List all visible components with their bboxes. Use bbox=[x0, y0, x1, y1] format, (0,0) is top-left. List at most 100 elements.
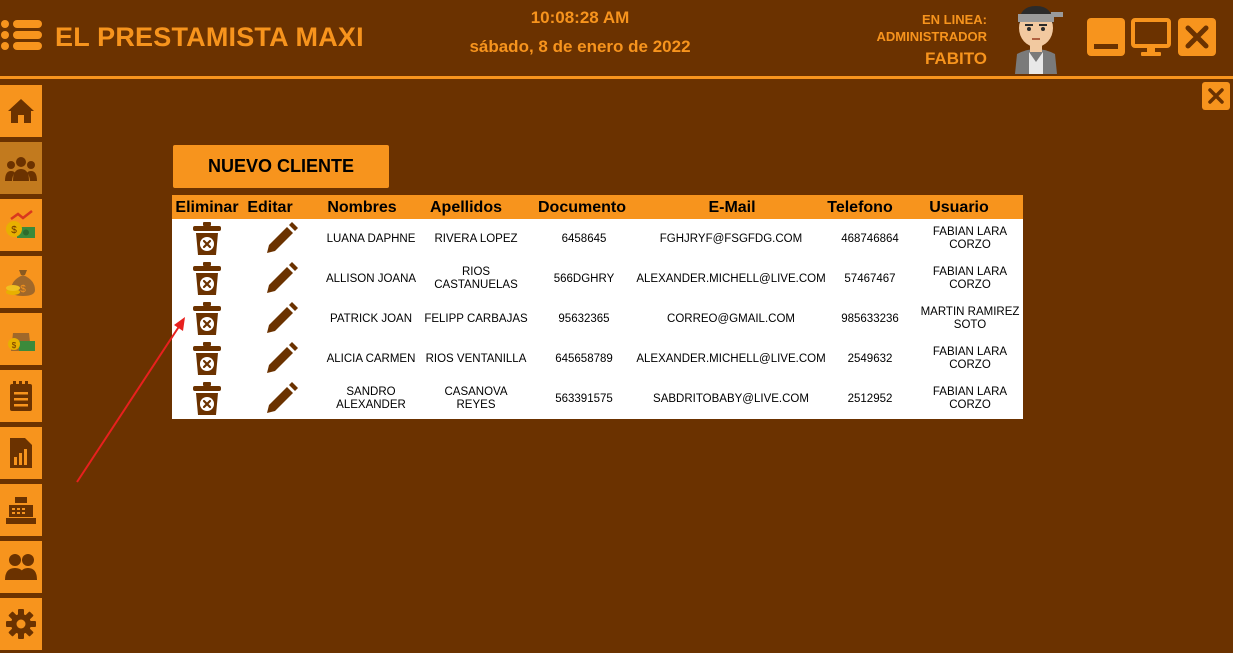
column-header-telefono[interactable]: Telefono bbox=[822, 195, 898, 219]
cash-icon: $ bbox=[8, 333, 35, 351]
app-header: EL PRESTAMISTA MAXI 10:08:28 AM sábado, … bbox=[0, 0, 1233, 76]
column-header-editar[interactable]: Editar bbox=[242, 195, 298, 219]
cell-usuario: FABIAN LARA CORZO bbox=[932, 346, 1008, 371]
cell-apellidos: RIOS VENTANILLA bbox=[425, 352, 527, 365]
maximize-button[interactable] bbox=[1131, 18, 1171, 56]
cell-email: FGHJRYF@FSGFDG.COM bbox=[659, 232, 803, 245]
close-icon bbox=[1208, 88, 1224, 104]
report-icon bbox=[10, 438, 32, 468]
trash-icon bbox=[193, 382, 221, 415]
sidebar-item-home[interactable] bbox=[0, 85, 42, 137]
cash-register-icon bbox=[6, 497, 36, 524]
sidebar-item-reports[interactable] bbox=[0, 427, 42, 479]
close-icon bbox=[1185, 25, 1209, 49]
cell-telefono: 468746864 bbox=[841, 232, 899, 245]
status-label: EN LINEA: bbox=[922, 12, 987, 27]
clock-time: 10:08:28 AM bbox=[530, 8, 630, 27]
svg-text:$: $ bbox=[20, 284, 26, 295]
menu-icon[interactable] bbox=[0, 18, 44, 52]
trash-icon bbox=[193, 262, 221, 295]
pencil-icon bbox=[267, 382, 298, 413]
cell-telefono: 2512952 bbox=[847, 392, 893, 405]
sidebar-item-settings[interactable] bbox=[0, 598, 42, 650]
cell-apellidos: FELIPP CARBAJAS bbox=[424, 312, 528, 325]
svg-text:$: $ bbox=[11, 225, 17, 236]
cell-usuario: FABIAN LARA CORZO bbox=[932, 386, 1008, 411]
sidebar-item-register[interactable] bbox=[0, 484, 42, 536]
delete-button[interactable] bbox=[186, 259, 228, 299]
cell-apellidos: RIOS CASTANUELAS bbox=[434, 266, 518, 291]
cell-apellidos: RIVERA LOPEZ bbox=[434, 232, 518, 245]
cell-email: ALEXANDER.MICHELL@LIVE.COM bbox=[636, 272, 826, 285]
home-icon bbox=[8, 99, 34, 123]
clients-table: Eliminar Editar Nombres Apellidos Docume… bbox=[172, 195, 1023, 419]
table-row: ALICIA CARMEN RIOS VENTANILLA 645658789 ALE… bbox=[172, 339, 1023, 379]
cell-telefono: 985633236 bbox=[841, 312, 899, 325]
column-header-usuario[interactable]: Usuario bbox=[917, 195, 1001, 219]
users-group-icon bbox=[5, 157, 37, 181]
user-name: FABITO bbox=[924, 49, 987, 68]
cell-documento: 95632365 bbox=[558, 312, 610, 325]
minimize-button[interactable] bbox=[1087, 18, 1125, 56]
cell-usuario: FABIAN LARA CORZO bbox=[932, 266, 1008, 291]
svg-text:$: $ bbox=[12, 341, 17, 350]
column-header-email[interactable]: E-Mail bbox=[637, 195, 827, 219]
delete-button[interactable] bbox=[186, 219, 228, 259]
column-header-eliminar[interactable]: Eliminar bbox=[172, 195, 242, 219]
new-client-button[interactable]: NUEVO CLIENTE bbox=[173, 145, 389, 188]
header-divider bbox=[0, 76, 1233, 79]
column-header-nombres[interactable]: Nombres bbox=[318, 195, 406, 219]
sidebar-item-cash[interactable]: $ bbox=[0, 313, 42, 365]
close-window-button[interactable] bbox=[1178, 18, 1216, 56]
cell-nombres: SANDRO ALEXANDER bbox=[336, 386, 406, 411]
user-role: ADMINISTRADOR bbox=[876, 29, 988, 44]
pencil-icon bbox=[267, 342, 298, 373]
edit-button[interactable] bbox=[260, 299, 302, 339]
edit-button[interactable] bbox=[260, 259, 302, 299]
cell-email: ALEXANDER.MICHELL@LIVE.COM bbox=[636, 352, 826, 365]
delete-button[interactable] bbox=[186, 339, 228, 379]
close-panel-button[interactable] bbox=[1202, 82, 1230, 110]
sidebar-item-notes[interactable] bbox=[0, 370, 42, 422]
edit-button[interactable] bbox=[260, 219, 302, 259]
delete-button[interactable] bbox=[186, 379, 228, 419]
clock-date: sábado, 8 de enero de 2022 bbox=[469, 37, 691, 56]
pencil-icon bbox=[267, 262, 298, 293]
column-header-documento[interactable]: Documento bbox=[527, 195, 637, 219]
delete-button[interactable] bbox=[186, 299, 228, 339]
table-row: LUANA DAPHNE RIVERA LOPEZ 6458645 FGHJRYF@F… bbox=[172, 219, 1023, 259]
cell-nombres: PATRICK JOAN bbox=[330, 312, 412, 325]
cell-nombres: LUANA DAPHNE bbox=[326, 232, 416, 245]
minimize-icon bbox=[1094, 44, 1118, 49]
edit-button[interactable] bbox=[260, 339, 302, 379]
user-info: EN LINEA: ADMINISTRADOR FABITO bbox=[877, 11, 988, 71]
sidebar-item-payments[interactable]: $ bbox=[0, 256, 42, 308]
sidebar-item-users[interactable] bbox=[0, 541, 42, 593]
cell-email: SABDRITOBABY@LIVE.COM bbox=[653, 392, 809, 405]
table-row: SANDRO ALEXANDER CASANOVA REYES 563391575 S… bbox=[172, 379, 1023, 419]
edit-button[interactable] bbox=[260, 379, 302, 419]
table-header: Eliminar Editar Nombres Apellidos Docume… bbox=[172, 195, 1023, 219]
trash-icon bbox=[193, 302, 221, 335]
users-icon bbox=[5, 554, 37, 580]
cell-usuario: MARTIN RAMIREZ SOTO bbox=[920, 306, 1020, 331]
avatar bbox=[1015, 6, 1063, 74]
money-bag-icon: $ bbox=[6, 270, 35, 296]
table-row: PATRICK JOAN FELIPP CARBAJAS 95632365 CORRE… bbox=[172, 299, 1023, 339]
cell-nombres: ALLISON JOANA bbox=[325, 272, 417, 285]
column-header-apellidos[interactable]: Apellidos bbox=[422, 195, 510, 219]
money-chart-icon: $ bbox=[6, 210, 35, 238]
sidebar-item-loans[interactable]: $ bbox=[0, 199, 42, 251]
cell-usuario: FABIAN LARA CORZO bbox=[932, 226, 1008, 251]
trash-icon bbox=[193, 342, 221, 375]
sidebar-item-clients[interactable] bbox=[0, 142, 42, 194]
cell-apellidos: CASANOVA REYES bbox=[444, 386, 508, 411]
cell-telefono: 2549632 bbox=[847, 352, 893, 365]
cell-nombres: ALICIA CARMEN bbox=[326, 352, 416, 365]
app-title: EL PRESTAMISTA MAXI bbox=[55, 22, 364, 52]
pencil-icon bbox=[267, 302, 298, 333]
gear-icon bbox=[6, 609, 36, 639]
cell-telefono: 57467467 bbox=[844, 272, 896, 285]
pencil-icon bbox=[267, 222, 298, 253]
monitor-icon bbox=[1131, 18, 1171, 56]
